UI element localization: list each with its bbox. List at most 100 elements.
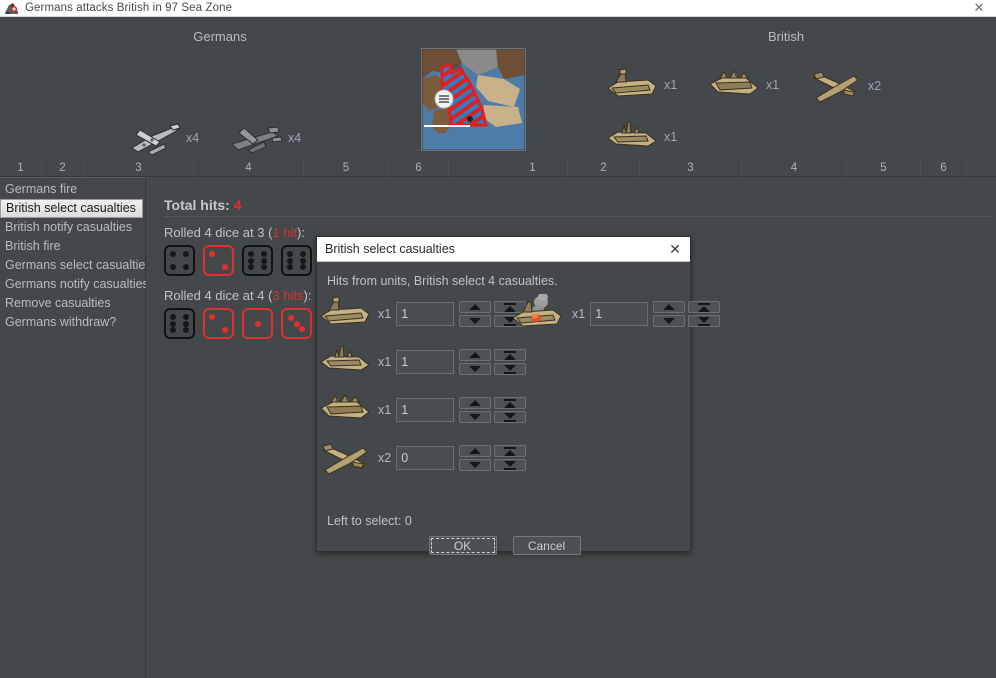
set-max-button[interactable] (494, 349, 527, 361)
die-face-1 (242, 308, 273, 339)
defender-unit-battleship[interactable]: x1 (706, 66, 779, 104)
die-pip (254, 320, 261, 327)
die-pip (209, 251, 215, 257)
attacker-side-header: Germans (193, 29, 247, 44)
defender-unit-fighter[interactable]: x2 (808, 66, 881, 106)
casualty-quantity-input[interactable]: 1 (396, 350, 455, 374)
die-pip (183, 264, 189, 270)
attacker-unit-bomber[interactable]: x4 (228, 118, 301, 158)
defender-unit-transport[interactable]: x1 (604, 66, 677, 104)
decrement-button[interactable] (459, 315, 492, 327)
casualty-quantity-input[interactable]: 1 (590, 302, 649, 326)
battleship-icon (706, 66, 762, 104)
scale-tick: 3 (84, 158, 194, 177)
chevron-down-icon (469, 366, 482, 372)
chevron-down-icon (469, 318, 482, 324)
min-down-icon (698, 316, 711, 326)
unit-count-label: x2 (868, 79, 882, 93)
chevron-up-icon (469, 304, 482, 310)
increment-button[interactable] (459, 397, 492, 409)
casualty-row: x1 1 (317, 390, 527, 430)
step-item[interactable]: Germans select casualties (0, 256, 152, 275)
casualty-quantity-input[interactable]: 1 (396, 302, 455, 326)
defender-unit-destroyer[interactable]: x1 (604, 118, 677, 156)
die-pip (287, 264, 293, 270)
transport-ship-icon (317, 294, 377, 334)
step-item[interactable]: Germans fire (0, 180, 145, 199)
defender-scale: 123456 (498, 158, 996, 177)
increment-button[interactable] (459, 349, 492, 361)
die-face-2 (203, 245, 234, 276)
set-min-button[interactable] (494, 459, 527, 471)
spinner-group (459, 445, 527, 471)
territory-thumbnail[interactable] (421, 48, 526, 151)
casualty-quantity-input[interactable]: 1 (396, 398, 455, 422)
decrement-button[interactable] (459, 411, 492, 423)
min-down-icon (504, 364, 517, 374)
attacker-unit-fighter[interactable]: x4 (126, 118, 199, 158)
battle-units-panel: Germans British x4 x4 x1 x1 x2 x1 (0, 17, 996, 158)
die-pip (261, 257, 267, 264)
window-close-button[interactable]: ✕ (962, 0, 996, 17)
scale-tick: 2 (42, 158, 84, 177)
transport-ship-icon (604, 66, 660, 104)
decrement-button[interactable] (459, 459, 492, 471)
die-pip (170, 327, 176, 333)
dialog-close-button[interactable]: ✕ (660, 237, 690, 262)
dialog-body: Hits from units, British select 4 casual… (317, 262, 721, 555)
casualty-row: x1 1 (511, 293, 721, 334)
step-item[interactable]: British notify casualties (0, 218, 145, 237)
set-min-button[interactable] (688, 315, 721, 327)
spinner-group (653, 301, 721, 327)
die-pip (261, 264, 267, 270)
die-pip (293, 320, 300, 327)
set-min-button[interactable] (494, 411, 527, 423)
battle-steps-list[interactable]: Germans fire British select casualties Bri… (0, 177, 152, 678)
set-max-button[interactable] (494, 445, 527, 457)
step-item[interactable]: British fire (0, 237, 145, 256)
roll-hits-count: 1 hit (272, 225, 297, 240)
cancel-button[interactable]: Cancel (512, 536, 581, 555)
casualty-unit-count: x1 (378, 355, 392, 369)
step-item[interactable]: Germans withdraw? (0, 313, 145, 332)
set-max-button[interactable] (494, 397, 527, 409)
spinner-group (459, 397, 527, 423)
defender-side-header: British (767, 29, 805, 44)
spinner-column-step (459, 397, 492, 423)
casualty-unit-count: x1 (378, 307, 392, 321)
die-face-3 (281, 308, 312, 339)
set-min-button[interactable] (494, 363, 527, 375)
increment-button[interactable] (653, 301, 686, 313)
max-up-icon (504, 398, 517, 408)
die-pip (183, 327, 189, 333)
fighter-plane-icon (808, 66, 864, 106)
max-up-icon (698, 302, 711, 312)
ok-button[interactable]: OK (428, 536, 497, 555)
scale-tick: 3 (640, 158, 742, 177)
scale-tick: 1 (0, 158, 42, 177)
step-item[interactable]: Germans notify casualties (0, 275, 149, 294)
dialog-prompt: Hits from units, British select 4 casual… (327, 274, 558, 288)
increment-button[interactable] (459, 301, 492, 313)
casualty-unit-count: x1 (378, 403, 392, 417)
left-to-select-label: Left to select: 0 (327, 514, 412, 528)
decrement-button[interactable] (459, 363, 492, 375)
chevron-up-icon (663, 304, 676, 310)
die-face-6 (164, 308, 195, 339)
unit-count-label: x1 (766, 78, 780, 92)
step-item[interactable]: Remove casualties (0, 294, 145, 313)
attacker-scale: 123456 (0, 158, 498, 177)
casualty-row: x1 1 (317, 294, 527, 334)
set-max-button[interactable] (688, 301, 721, 313)
select-casualties-dialog: British select casualties ✕ Hits from un… (316, 236, 721, 555)
spinner-group (459, 349, 527, 375)
die-pip (288, 315, 294, 321)
casualty-quantity-input[interactable]: 0 (396, 446, 455, 470)
step-item[interactable]: British select casualties (0, 199, 143, 218)
casualty-unit-count: x2 (378, 451, 392, 465)
increment-button[interactable] (459, 445, 492, 457)
spinner-column-max (494, 445, 527, 471)
die-pip (183, 314, 189, 320)
scale-tick: 2 (568, 158, 640, 177)
decrement-button[interactable] (653, 315, 686, 327)
